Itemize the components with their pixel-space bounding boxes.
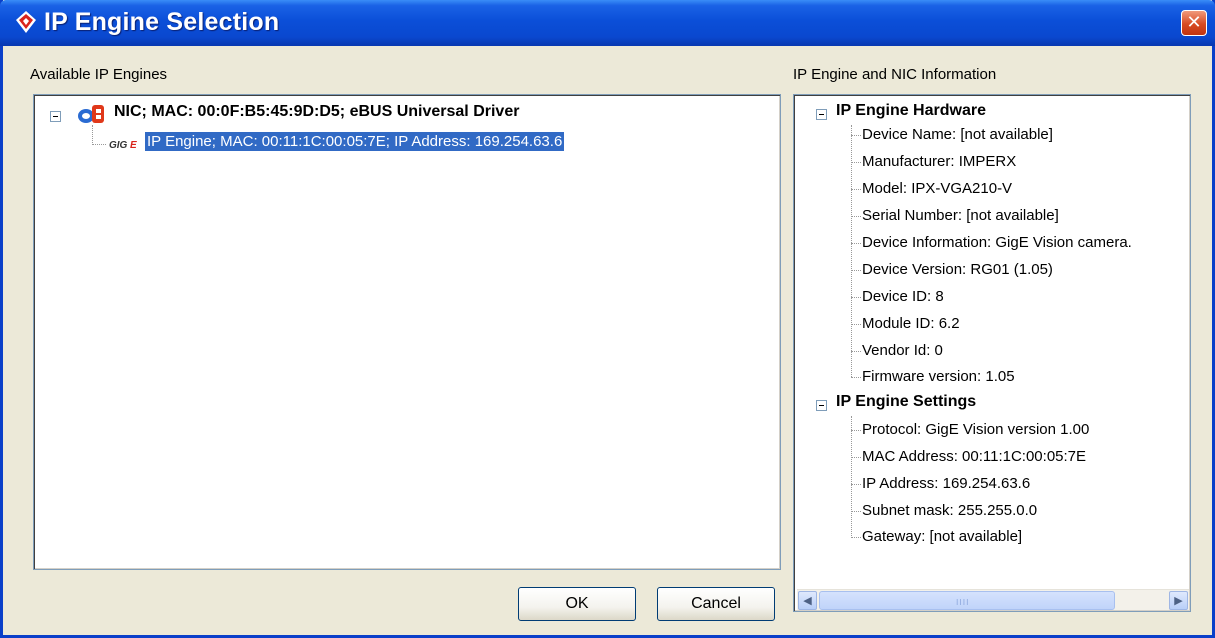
ip-engine-nic-info-label: IP Engine and NIC Information <box>793 66 997 83</box>
hardware-item[interactable]: Device Information: GigE Vision camera. <box>862 234 1132 251</box>
tree-connector <box>851 162 861 163</box>
nic-node-label[interactable]: NIC; MAC: 00:0F:B5:45:9D:D5; eBUS Univer… <box>114 103 519 121</box>
close-icon: ✕ <box>1186 12 1202 33</box>
ip-engine-node-label[interactable]: IP Engine; MAC: 00:11:1C:00:05:7E; IP Ad… <box>145 132 565 151</box>
scrollbar-grip-icon: IIII <box>956 598 970 607</box>
gige-camera-icon: GIG E <box>109 140 137 151</box>
ebus-nic-icon <box>78 105 104 123</box>
available-ip-engines-tree[interactable]: NIC; MAC: 00:0F:B5:45:9D:D5; eBUS Univer… <box>33 94 781 570</box>
hardware-section-title[interactable]: IP Engine Hardware <box>836 102 986 120</box>
collapse-hardware-icon[interactable] <box>816 109 827 120</box>
settings-item[interactable]: IP Address: 169.254.63.6 <box>862 475 1030 492</box>
tree-connector <box>851 430 861 431</box>
tree-connector <box>851 457 861 458</box>
collapse-nic-icon[interactable] <box>50 111 61 122</box>
scroll-right-button[interactable]: ▶ <box>1169 591 1188 610</box>
hardware-item[interactable]: Firmware version: 1.05 <box>862 368 1015 385</box>
tree-connector <box>851 216 861 217</box>
hardware-item[interactable]: Device Name: [not available] <box>862 126 1053 143</box>
app-logo-icon <box>16 11 36 33</box>
tree-connector <box>851 297 861 298</box>
hardware-item[interactable]: Device Version: RG01 (1.05) <box>862 261 1053 278</box>
window-title: IP Engine Selection <box>44 8 280 36</box>
tree-connector <box>92 144 106 145</box>
hardware-item[interactable]: Manufacturer: IMPERX <box>862 153 1016 170</box>
ip-engine-selection-dialog: IP Engine Selection ✕ Available IP Engin… <box>0 0 1215 638</box>
available-ip-engines-label: Available IP Engines <box>30 66 168 83</box>
svg-text:E: E <box>130 140 137 151</box>
scroll-left-button[interactable]: ◀ <box>798 591 817 610</box>
ok-button[interactable]: OK <box>518 587 636 621</box>
tree-connector <box>851 416 852 536</box>
settings-section-title[interactable]: IP Engine Settings <box>836 393 976 411</box>
tree-connector <box>851 324 861 325</box>
close-button[interactable]: ✕ <box>1181 10 1207 36</box>
scrollbar-thumb[interactable]: IIII <box>819 591 1115 610</box>
svg-text:GIG: GIG <box>109 140 128 151</box>
scroll-left-icon: ◀ <box>803 594 812 607</box>
hardware-item[interactable]: Serial Number: [not available] <box>862 207 1059 224</box>
hardware-item[interactable]: Device ID: 8 <box>862 288 944 305</box>
tree-connector <box>851 484 861 485</box>
hardware-item[interactable]: Vendor Id: 0 <box>862 342 943 359</box>
settings-item[interactable]: Protocol: GigE Vision version 1.00 <box>862 421 1089 438</box>
tree-connector <box>851 377 861 378</box>
tree-connector <box>851 537 861 538</box>
collapse-settings-icon[interactable] <box>816 400 827 411</box>
ip-engine-info-tree[interactable]: IP Engine Hardware Device Name: [not ava… <box>793 94 1191 612</box>
tree-connector <box>851 189 861 190</box>
tree-connector <box>851 351 861 352</box>
settings-item[interactable]: Gateway: [not available] <box>862 528 1022 545</box>
horizontal-scrollbar[interactable]: ◀ IIII ▶ <box>797 589 1189 610</box>
tree-connector <box>851 511 861 512</box>
cancel-button[interactable]: Cancel <box>657 587 775 621</box>
tree-connector <box>851 243 861 244</box>
title-bar[interactable]: IP Engine Selection ✕ <box>0 0 1215 46</box>
tree-connector <box>851 270 861 271</box>
scroll-right-icon: ▶ <box>1174 594 1183 607</box>
tree-connector <box>92 125 93 145</box>
settings-item[interactable]: Subnet mask: 255.255.0.0 <box>862 502 1037 519</box>
tree-connector <box>851 135 861 136</box>
hardware-item[interactable]: Model: IPX-VGA210-V <box>862 180 1012 197</box>
settings-item[interactable]: MAC Address: 00:11:1C:00:05:7E <box>862 448 1086 465</box>
hardware-item[interactable]: Module ID: 6.2 <box>862 315 960 332</box>
